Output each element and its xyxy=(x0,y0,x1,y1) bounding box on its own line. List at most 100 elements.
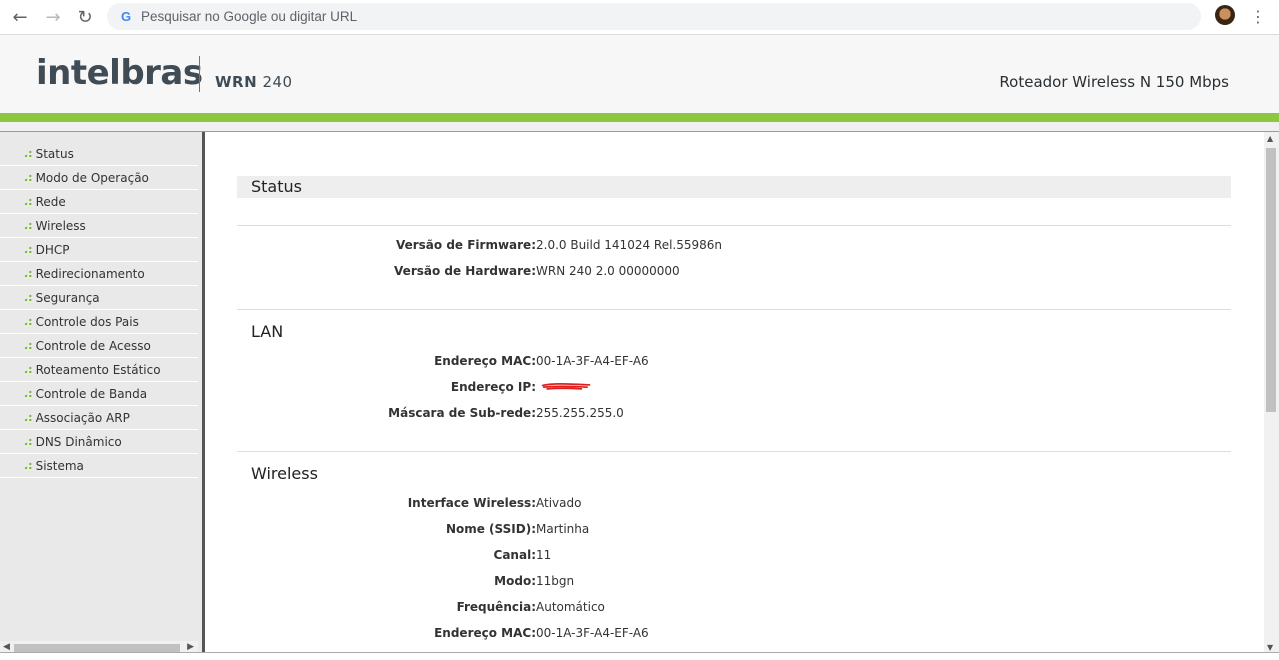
sidebar-item-label: Redirecionamento xyxy=(35,266,145,281)
google-icon: G xyxy=(120,9,132,24)
wireless-ssid-value: Martinha xyxy=(536,522,590,536)
menu-bullet: .: xyxy=(24,411,33,424)
sidebar-item-label: Segurança xyxy=(35,290,100,305)
menu-bullet: .: xyxy=(24,363,33,376)
lan-ip-row: Endereço IP: xyxy=(237,380,1231,400)
wireless-frequency-label: Frequência: xyxy=(456,600,536,614)
wireless-mode-value: 11bgn xyxy=(536,574,575,588)
sidebar-item-status[interactable]: .: Status xyxy=(0,142,198,166)
divider xyxy=(237,225,1231,226)
sidebar-item-label: Associação ARP xyxy=(35,410,130,425)
main-scroll-thumb[interactable] xyxy=(1266,148,1276,412)
sidebar-item-label: Controle de Banda xyxy=(35,386,148,401)
wireless-mode-row: Modo: 11bgn xyxy=(237,574,1231,594)
sidebar-item-label: Controle dos Pais xyxy=(35,314,139,329)
browser-toolbar: ← → ↻ G Pesquisar no Google ou digitar U… xyxy=(0,0,1279,35)
reload-icon[interactable]: ↻ xyxy=(73,5,97,29)
firmware-row: Versão de Firmware: 2.0.0 Build 141024 R… xyxy=(237,238,1231,258)
scroll-left-icon[interactable]: ◀ xyxy=(3,642,10,652)
sidebar-item-redirecionamento[interactable]: .: Redirecionamento xyxy=(0,262,198,286)
menu-bullet: .: xyxy=(24,219,33,232)
wireless-channel-value: 11 xyxy=(536,548,552,562)
menu-bullet: .: xyxy=(24,267,33,280)
menu-bullet: .: xyxy=(24,315,33,328)
sidebar-item-dhcp[interactable]: .: DHCP xyxy=(0,238,198,262)
divider xyxy=(237,309,1231,310)
hardware-label: Versão de Hardware: xyxy=(394,264,536,278)
router-title: Roteador Wireless N 150 Mbps xyxy=(999,73,1229,91)
sidebar-item-label: Rede xyxy=(35,194,66,209)
firmware-label: Versão de Firmware: xyxy=(395,238,536,252)
main-vertical-scrollbar[interactable]: ▲ ▼ xyxy=(1264,132,1279,652)
wireless-interface-label: Interface Wireless: xyxy=(407,496,536,510)
scroll-down-icon[interactable]: ▼ xyxy=(1267,643,1273,652)
wireless-mac-row: Endereço MAC: 00-1A-3F-A4-EF-A6 xyxy=(237,626,1231,646)
menu-bullet: .: xyxy=(24,243,33,256)
wireless-ssid-label: Nome (SSID): xyxy=(445,522,536,536)
scroll-right-icon[interactable]: ▶ xyxy=(187,642,194,652)
sidebar-item-controle-dos-pais[interactable]: .: Controle dos Pais xyxy=(0,310,198,334)
sidebar-item-label: Controle de Acesso xyxy=(35,338,151,353)
header-divider xyxy=(199,56,200,92)
divider xyxy=(237,451,1231,452)
profile-avatar[interactable] xyxy=(1215,5,1235,25)
sidebar-item-dns-dinamico[interactable]: .: DNS Dinâmico xyxy=(0,430,198,454)
wireless-ssid-row: Nome (SSID): Martinha xyxy=(237,522,1231,542)
scroll-up-icon[interactable]: ▲ xyxy=(1267,134,1273,143)
lan-mac-label: Endereço MAC: xyxy=(434,354,536,368)
sidebar-item-label: Sistema xyxy=(35,458,84,473)
page-title: Status xyxy=(251,177,302,196)
menu-bullet: .: xyxy=(24,339,33,352)
sidebar-item-wireless[interactable]: .: Wireless xyxy=(0,214,198,238)
model-number: 240 xyxy=(262,73,293,91)
lan-title: LAN xyxy=(251,322,284,341)
wireless-channel-label: Canal: xyxy=(493,548,536,562)
lan-mask-label: Máscara de Sub-rede: xyxy=(388,406,536,420)
address-bar-placeholder: Pesquisar no Google ou digitar URL xyxy=(141,9,358,24)
sidebar-item-controle-de-banda[interactable]: .: Controle de Banda xyxy=(0,382,198,406)
wireless-interface-row: Interface Wireless: Ativado xyxy=(237,496,1231,516)
main-content: Status Versão de Firmware: 2.0.0 Build 1… xyxy=(205,132,1264,659)
sidebar-item-sistema[interactable]: .: Sistema xyxy=(0,454,198,478)
sidebar-item-rede[interactable]: .: Rede xyxy=(0,190,198,214)
menu-bullet: .: xyxy=(24,459,33,472)
sidebar-item-label: Status xyxy=(35,146,74,161)
address-bar[interactable]: G Pesquisar no Google ou digitar URL xyxy=(107,3,1201,30)
lan-mask-value: 255.255.255.0 xyxy=(536,406,624,420)
back-arrow-icon[interactable]: ← xyxy=(8,5,32,29)
wireless-frequency-value: Automático xyxy=(536,600,605,614)
menu-bullet: .: xyxy=(24,291,33,304)
menu-bullet: .: xyxy=(24,387,33,400)
sidebar-item-modo-de-operacao[interactable]: .: Modo de Operação xyxy=(0,166,198,190)
hardware-value: WRN 240 2.0 00000000 xyxy=(536,264,680,278)
lan-mask-row: Máscara de Sub-rede: 255.255.255.0 xyxy=(237,406,1231,426)
sidebar: .: Status .: Modo de Operação .: Rede .: Wir… xyxy=(0,132,205,659)
menu-bullet: .: xyxy=(24,171,33,184)
sidebar-item-label: Modo de Operação xyxy=(35,170,149,185)
forward-arrow-icon[interactable]: → xyxy=(41,5,65,29)
sidebar-item-controle-de-acesso[interactable]: .: Controle de Acesso xyxy=(0,334,198,358)
wireless-channel-row: Canal: 11 xyxy=(237,548,1231,568)
wireless-mode-label: Modo: xyxy=(494,574,536,588)
sidebar-item-associacao-arp[interactable]: .: Associação ARP xyxy=(0,406,198,430)
model-name-bold: WRN xyxy=(215,73,258,91)
menu-bullet: .: xyxy=(24,195,33,208)
sidebar-item-seguranca[interactable]: .: Segurança xyxy=(0,286,198,310)
model-name: WRN 240 xyxy=(215,73,293,91)
header-separator-bar xyxy=(0,122,1279,132)
wireless-interface-value: Ativado xyxy=(536,496,582,510)
menu-bullet: .: xyxy=(24,147,33,160)
intelbras-logo: intelbras xyxy=(36,53,203,93)
sidebar-scroll-thumb[interactable] xyxy=(14,644,180,652)
lan-mac-value: 00-1A-3F-A4-EF-A6 xyxy=(536,354,649,368)
menu-bullet: .: xyxy=(24,435,33,448)
wireless-frequency-row: Frequência: Automático xyxy=(237,600,1231,620)
firmware-value: 2.0.0 Build 141024 Rel.55986n xyxy=(536,238,723,252)
sidebar-item-label: DHCP xyxy=(35,242,70,257)
browser-menu-icon[interactable]: ⋮ xyxy=(1250,6,1266,28)
wireless-mac-label: Endereço MAC: xyxy=(434,626,536,640)
sidebar-item-roteamento-estatico[interactable]: .: Roteamento Estático xyxy=(0,358,198,382)
redacted-ip-scribble xyxy=(541,383,591,390)
status-header: Status xyxy=(237,176,1231,198)
wireless-title: Wireless xyxy=(251,464,318,483)
